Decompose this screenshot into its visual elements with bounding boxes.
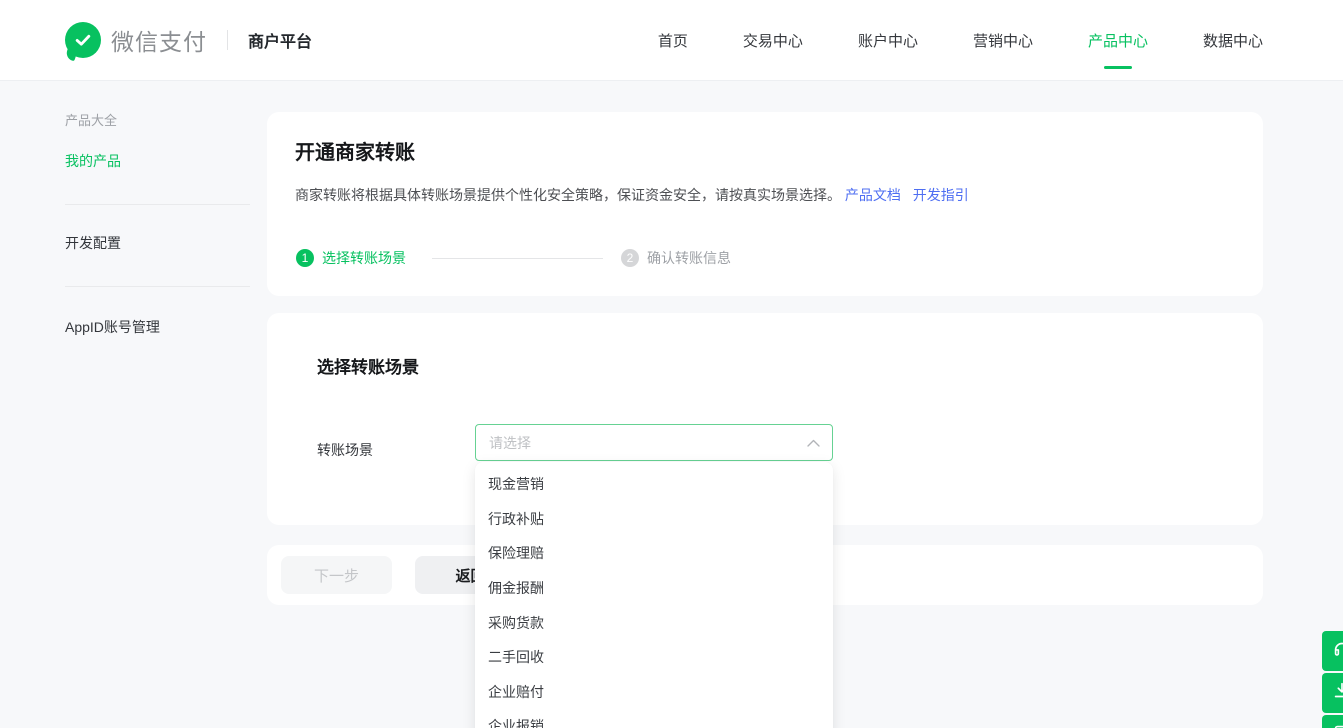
nav-item-trade-center[interactable]: 交易中心 — [743, 0, 803, 81]
form-heading: 选择转账场景 — [317, 353, 419, 378]
intro-description-text: 商家转账将根据具体转账场景提供个性化安全策略，保证资金安全，请按真实场景选择。 — [295, 187, 841, 203]
step-2-circle: 2 — [621, 249, 639, 267]
sidebar-item-my-products[interactable]: 我的产品 — [65, 151, 121, 171]
sidebar-item-dev-config[interactable]: 开发配置 — [65, 233, 121, 253]
select-placeholder: 请选择 — [489, 433, 807, 453]
transfer-scene-label: 转账场景 — [317, 440, 373, 460]
dropdown-option[interactable]: 二手回收 — [475, 640, 833, 675]
feedback-icon — [1331, 680, 1343, 707]
next-step-button[interactable]: 下一步 — [281, 556, 392, 594]
dropdown-option[interactable]: 企业赔付 — [475, 675, 833, 710]
sidebar-section-title: 产品大全 — [65, 110, 117, 129]
merchant-platform-page: 微信支付 商户平台 首页交易中心账户中心营销中心产品中心数据中心 产品大全 我的… — [0, 0, 1343, 728]
wechat-pay-bubble-icon — [65, 22, 101, 58]
transfer-scene-dropdown: 现金营销行政补贴保险理赔佣金报酬采购货款二手回收企业赔付企业报销 — [475, 462, 833, 728]
sidebar-item-appid-management[interactable]: AppID账号管理 — [65, 317, 160, 337]
step-connector-line — [432, 258, 603, 259]
dropdown-option[interactable]: 行政补贴 — [475, 502, 833, 537]
widget-button[interactable] — [1322, 715, 1343, 728]
feedback-button[interactable] — [1322, 673, 1343, 713]
step-indicator: 1 选择转账场景 2 确认转账信息 — [296, 248, 731, 268]
platform-name: 商户平台 — [248, 28, 312, 52]
dropdown-option[interactable]: 企业报销 — [475, 709, 833, 728]
page-title: 开通商家转账 — [295, 136, 415, 165]
logo-wordmark: 微信支付 — [111, 23, 207, 57]
step-1-label: 选择转账场景 — [322, 248, 406, 268]
chevron-up-icon — [807, 439, 820, 447]
wechat-pay-logo: 微信支付 商户平台 — [65, 22, 312, 58]
dropdown-option[interactable]: 采购货款 — [475, 605, 833, 640]
main-nav: 首页交易中心账户中心营销中心产品中心数据中心 — [658, 0, 1263, 81]
nav-item-product-center[interactable]: 产品中心 — [1088, 0, 1148, 81]
dropdown-option[interactable]: 现金营销 — [475, 467, 833, 502]
logo-divider — [227, 30, 228, 50]
dev-guide-link[interactable]: 开发指引 — [913, 187, 969, 203]
nav-item-data-center[interactable]: 数据中心 — [1203, 0, 1263, 81]
sidebar-divider — [65, 204, 250, 205]
customer-service-button[interactable] — [1322, 631, 1343, 671]
step-2-label: 确认转账信息 — [647, 248, 731, 268]
dropdown-option[interactable]: 保险理赔 — [475, 536, 833, 571]
customer-service-icon — [1331, 638, 1343, 665]
widget-icon — [1331, 722, 1343, 728]
nav-item-account-center[interactable]: 账户中心 — [858, 0, 918, 81]
nav-item-home[interactable]: 首页 — [658, 0, 688, 81]
sidebar-divider — [65, 286, 250, 287]
floating-toolbar — [1322, 631, 1343, 728]
product-doc-link[interactable]: 产品文档 — [845, 187, 901, 203]
intro-card: 开通商家转账 商家转账将根据具体转账场景提供个性化安全策略，保证资金安全，请按真… — [267, 112, 1263, 296]
step-1-circle: 1 — [296, 249, 314, 267]
top-header: 微信支付 商户平台 首页交易中心账户中心营销中心产品中心数据中心 — [0, 0, 1343, 81]
transfer-scene-select[interactable]: 请选择 — [475, 424, 833, 461]
nav-item-marketing-center[interactable]: 营销中心 — [973, 0, 1033, 81]
intro-description: 商家转账将根据具体转账场景提供个性化安全策略，保证资金安全，请按真实场景选择。 … — [295, 185, 969, 205]
dropdown-option[interactable]: 佣金报酬 — [475, 571, 833, 606]
